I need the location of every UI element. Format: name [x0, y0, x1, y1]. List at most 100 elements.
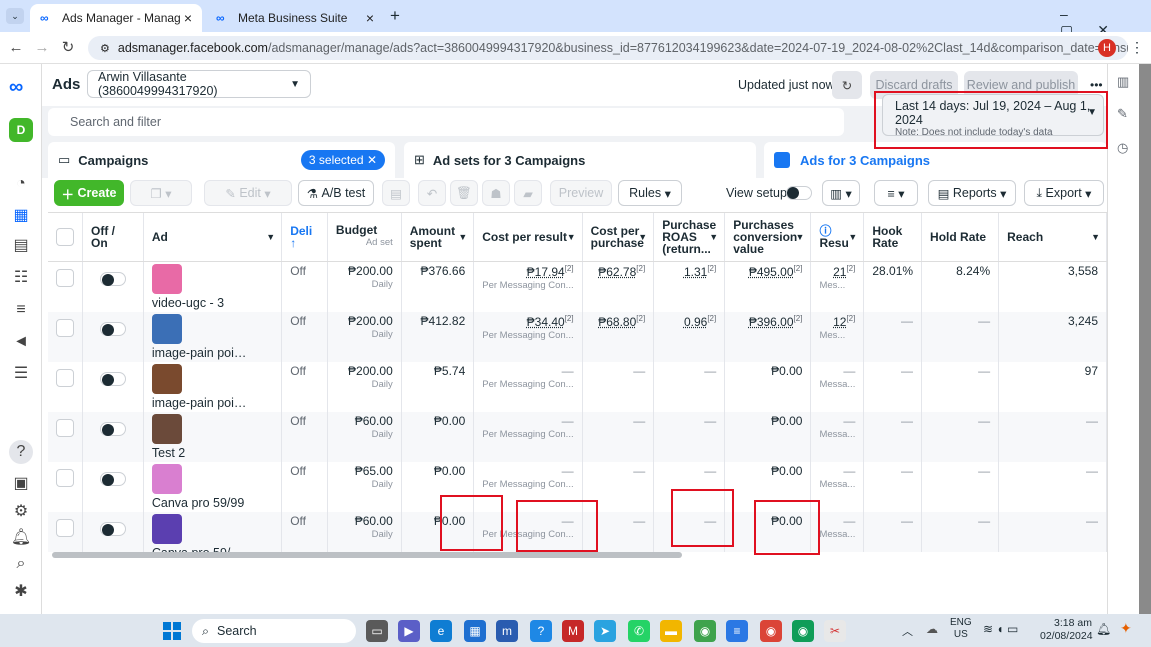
wifi-icon[interactable]: ≋ ◖ ▭: [983, 622, 1018, 636]
rules-button[interactable]: Rules ▾: [618, 180, 682, 206]
help-icon[interactable]: ?: [9, 440, 33, 464]
ad-toggle[interactable]: [99, 521, 126, 536]
copilot-icon[interactable]: ?: [530, 620, 552, 642]
ad-thumbnail[interactable]: [151, 463, 182, 494]
site-info-icon[interactable]: ⚙: [100, 42, 110, 55]
page-scrollbar[interactable]: [1139, 64, 1151, 614]
telegram-icon[interactable]: ➤: [594, 620, 616, 642]
budget-cell[interactable]: ₱200.00 Daily: [327, 311, 402, 362]
bug-icon[interactable]: ✱: [9, 580, 33, 604]
search-input[interactable]: Search and filter: [48, 108, 844, 136]
refresh-icon[interactable]: ↻: [832, 71, 862, 99]
chart-icon[interactable]: ▥: [1117, 74, 1129, 90]
ad-thumbnail[interactable]: [151, 363, 182, 394]
meta-logo-icon[interactable]: ∞: [9, 76, 23, 99]
url-field[interactable]: ⚙ adsmanager.facebook.com/adsmanager/man…: [88, 36, 1128, 60]
tab-search-icon[interactable]: ⌄: [6, 8, 24, 24]
reach-header[interactable]: Reach ▼: [998, 213, 1107, 262]
table-row[interactable]: Test 2 Off ₱60.00 Daily ₱0.00— Per Messaging …: [48, 411, 1107, 462]
checkbox-cell[interactable]: [48, 461, 83, 512]
ad-thumbnail[interactable]: [151, 413, 182, 444]
close-tab-icon[interactable]: ×: [366, 10, 374, 26]
forward-icon[interactable]: →: [32, 38, 52, 58]
audiences-icon[interactable]: ☷: [9, 266, 33, 290]
budget-header[interactable]: Budget Ad set: [327, 213, 402, 262]
mcafee-icon[interactable]: M: [562, 620, 584, 642]
tab-adsets[interactable]: ⊞ Ad sets for 3 Campaigns: [404, 142, 756, 178]
row-checkbox[interactable]: [56, 318, 74, 337]
clock[interactable]: 3:18 am 02/08/2024: [1040, 617, 1093, 643]
export-button[interactable]: ⤓ Export ▾: [1024, 180, 1104, 206]
snip-icon[interactable]: ✂: [824, 620, 846, 642]
results-header[interactable]: ⓘ Resu ▼: [810, 213, 865, 262]
ad-thumbnail[interactable]: [151, 513, 182, 544]
ads-icon[interactable]: ◄: [9, 330, 33, 354]
checkbox-cell[interactable]: [48, 311, 83, 362]
task-view-icon[interactable]: ▭: [366, 620, 388, 642]
clipboard-icon[interactable]: ▤: [382, 180, 410, 206]
notification-bell-icon[interactable]: 🔔︎: [1096, 622, 1111, 636]
table-row[interactable]: image-pain points... Off ₱200.00Daily₱412.…: [48, 311, 1107, 362]
tab-campaigns[interactable]: ▭ Campaigns 3 selected ✕: [48, 142, 395, 178]
ad-cell[interactable]: Canva pro 59/79/...: [143, 511, 283, 552]
ad-toggle[interactable]: [99, 471, 126, 486]
amount-spent-header[interactable]: Amount spent ▼: [401, 213, 475, 262]
language-indicator[interactable]: ENG US: [950, 617, 972, 641]
ad-header[interactable]: Ad ▼: [143, 213, 283, 262]
settings-icon[interactable]: ⚙: [9, 500, 33, 524]
overview-icon[interactable]: ◔: [9, 172, 33, 196]
catalog-icon[interactable]: ≡: [9, 298, 33, 322]
ab-test-button[interactable]: ⚗ A/B test: [298, 180, 374, 206]
reports-icon[interactable]: ▣: [9, 472, 33, 496]
store-icon[interactable]: ▦: [464, 620, 486, 642]
cost-per-result-header[interactable]: Cost per result ▼: [473, 213, 583, 262]
table-row[interactable]: image-pain points... Off ₱200.00Daily₱5.74…: [48, 361, 1107, 412]
cost-per-purchase-header[interactable]: Cost per purchase ▼: [582, 213, 655, 262]
tab-business-suite[interactable]: ∞ Meta Business Suite ×: [206, 4, 384, 32]
start-icon[interactable]: [163, 622, 181, 640]
new-tab-button[interactable]: +: [390, 6, 400, 26]
checkbox-cell[interactable]: [48, 511, 83, 552]
all-tools-icon[interactable]: ☰: [9, 362, 33, 386]
table-horizontal-scrollbar[interactable]: [52, 552, 682, 558]
chrome-profile2-icon[interactable]: ◉: [792, 620, 814, 642]
file-explorer-icon[interactable]: ▬: [660, 620, 682, 642]
ad-toggle[interactable]: [99, 371, 126, 386]
columns-button[interactable]: ▥ ▾: [822, 180, 860, 206]
checkbox-cell[interactable]: [48, 261, 83, 312]
row-checkbox[interactable]: [56, 468, 74, 487]
toggle-cell[interactable]: [82, 461, 144, 512]
edge-icon[interactable]: e: [430, 620, 452, 642]
edit-icon[interactable]: ✎: [1117, 106, 1128, 122]
ad-toggle[interactable]: [99, 321, 126, 336]
chrome-profile-icon[interactable]: ◉: [760, 620, 782, 642]
ad-toggle[interactable]: [99, 271, 126, 286]
back-icon[interactable]: ←: [6, 38, 26, 58]
breakdown-button[interactable]: ≡ ▾: [874, 180, 918, 206]
app-icon[interactable]: m: [496, 620, 518, 642]
toggle-cell[interactable]: [82, 261, 144, 312]
close-tab-icon[interactable]: ×: [184, 10, 192, 26]
more-icon[interactable]: •••: [1090, 78, 1103, 92]
reload-icon[interactable]: ↻: [58, 38, 78, 58]
delivery-header[interactable]: Deli ↑: [281, 213, 328, 262]
account-selector[interactable]: Arwin Villasante (3860049994317920) ▼: [87, 70, 311, 98]
history-icon[interactable]: ◷: [1117, 140, 1128, 156]
tag-icon[interactable]: ☗: [482, 180, 510, 206]
docs-icon[interactable]: ≡: [726, 620, 748, 642]
toggle-cell[interactable]: [82, 311, 144, 362]
view-setup-toggle[interactable]: [786, 186, 812, 200]
notifications-icon[interactable]: 🔔︎: [9, 526, 33, 550]
browser-menu-icon[interactable]: ⋮: [1130, 39, 1144, 56]
chart-icon[interactable]: ▰: [514, 180, 542, 206]
row-checkbox[interactable]: [56, 518, 74, 537]
purchases-value-header[interactable]: Purchases conversion value ▼: [724, 213, 812, 262]
create-button[interactable]: ＋ Create: [54, 180, 124, 206]
hold-rate-header[interactable]: Hold Rate: [921, 213, 1000, 262]
ad-cell[interactable]: Test 2: [143, 411, 283, 462]
row-checkbox[interactable]: [56, 418, 74, 437]
profile-avatar[interactable]: H: [1098, 39, 1116, 57]
reports-button[interactable]: ▤ Reports ▾: [928, 180, 1016, 206]
duplicate-button[interactable]: ❐ ▾: [130, 180, 192, 206]
budget-cell[interactable]: ₱60.00 Daily: [327, 411, 402, 462]
